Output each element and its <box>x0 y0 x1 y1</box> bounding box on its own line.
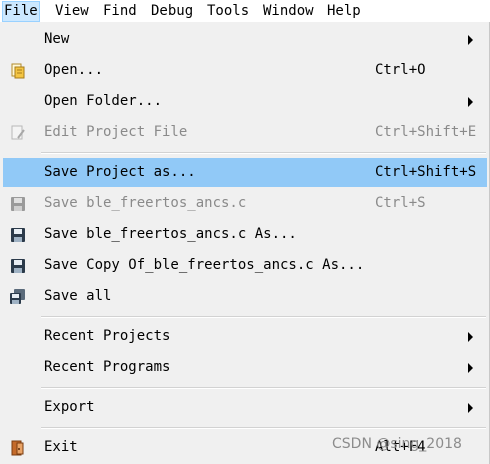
menu-item-new-label: New <box>44 31 70 47</box>
watermark: CSDN @sing_2018 <box>332 436 462 452</box>
menu-item-save-as-label: Save ble_freertos_ancs.c As... <box>44 226 297 242</box>
menu-item-save-shortcut: Ctrl+S <box>375 195 426 211</box>
menu-item-edit-project-file: Edit Project File Ctrl+Shift+E <box>3 118 487 147</box>
menu-item-open[interactable]: Open... Ctrl+O <box>3 56 487 85</box>
menu-item-save: Save ble_freertos_ancs.c Ctrl+S <box>3 189 487 218</box>
menu-item-save-project-as[interactable]: Save Project as... Ctrl+Shift+S <box>3 158 487 187</box>
menu-separator <box>41 387 486 389</box>
floppy-disk-icon <box>10 258 26 274</box>
menu-item-save-project-as-label: Save Project as... <box>44 164 196 180</box>
menu-separator <box>41 316 486 318</box>
menu-item-save-as[interactable]: Save ble_freertos_ancs.c As... <box>3 220 487 249</box>
floppy-disks-icon <box>10 289 26 305</box>
menu-item-recent-programs[interactable]: Recent Programs <box>3 353 487 382</box>
menu-separator <box>41 427 486 429</box>
menu-item-export[interactable]: Export <box>3 393 487 422</box>
menu-help[interactable]: Help <box>327 2 361 21</box>
menu-item-export-label: Export <box>44 399 95 415</box>
floppy-disk-icon <box>10 196 26 212</box>
menu-tools[interactable]: Tools <box>207 2 249 21</box>
submenu-arrow-icon <box>468 403 473 413</box>
menu-file[interactable]: File <box>2 1 40 22</box>
menu-item-save-project-as-shortcut: Ctrl+Shift+S <box>375 164 477 180</box>
menu-item-recent-projects[interactable]: Recent Projects <box>3 322 487 351</box>
submenu-arrow-icon <box>468 35 473 45</box>
menu-item-open-folder-label: Open Folder... <box>44 93 163 109</box>
menu-item-recent-projects-label: Recent Projects <box>44 328 171 344</box>
submenu-arrow-icon <box>468 332 473 342</box>
floppy-disk-icon <box>10 227 26 243</box>
edit-document-icon <box>10 125 26 141</box>
exit-door-icon <box>10 440 26 456</box>
submenu-arrow-icon <box>468 97 473 107</box>
menu-item-save-copy[interactable]: Save Copy Of_ble_freertos_ancs.c As... <box>3 251 487 280</box>
menu-find[interactable]: Find <box>103 2 137 21</box>
menu-bar: File View Find Debug Tools Window Help <box>0 0 490 23</box>
menu-window[interactable]: Window <box>263 2 314 21</box>
menu-item-new[interactable]: New <box>3 25 487 54</box>
menu-separator <box>41 152 486 154</box>
menu-item-open-folder[interactable]: Open Folder... <box>3 87 487 116</box>
submenu-arrow-icon <box>468 363 473 373</box>
menu-item-open-label: Open... <box>44 62 104 78</box>
menu-item-save-label: Save ble_freertos_ancs.c <box>44 195 247 211</box>
menu-debug[interactable]: Debug <box>151 2 193 21</box>
menu-item-save-all[interactable]: Save all <box>3 282 487 311</box>
menu-item-save-all-label: Save all <box>44 288 112 304</box>
menu-item-open-shortcut: Ctrl+O <box>375 62 426 78</box>
menu-item-save-copy-label: Save Copy Of_ble_freertos_ancs.c As... <box>44 257 365 273</box>
menu-item-edit-project-file-label: Edit Project File <box>44 124 188 140</box>
open-folder-icon <box>10 63 26 79</box>
menu-item-recent-programs-label: Recent Programs <box>44 359 171 375</box>
menu-item-exit-label: Exit <box>44 439 78 455</box>
file-dropdown-menu: New Open... Ctrl+O Open Folder... Edit P… <box>0 22 490 464</box>
menu-item-edit-project-file-shortcut: Ctrl+Shift+E <box>375 124 477 140</box>
menu-view[interactable]: View <box>55 2 89 21</box>
